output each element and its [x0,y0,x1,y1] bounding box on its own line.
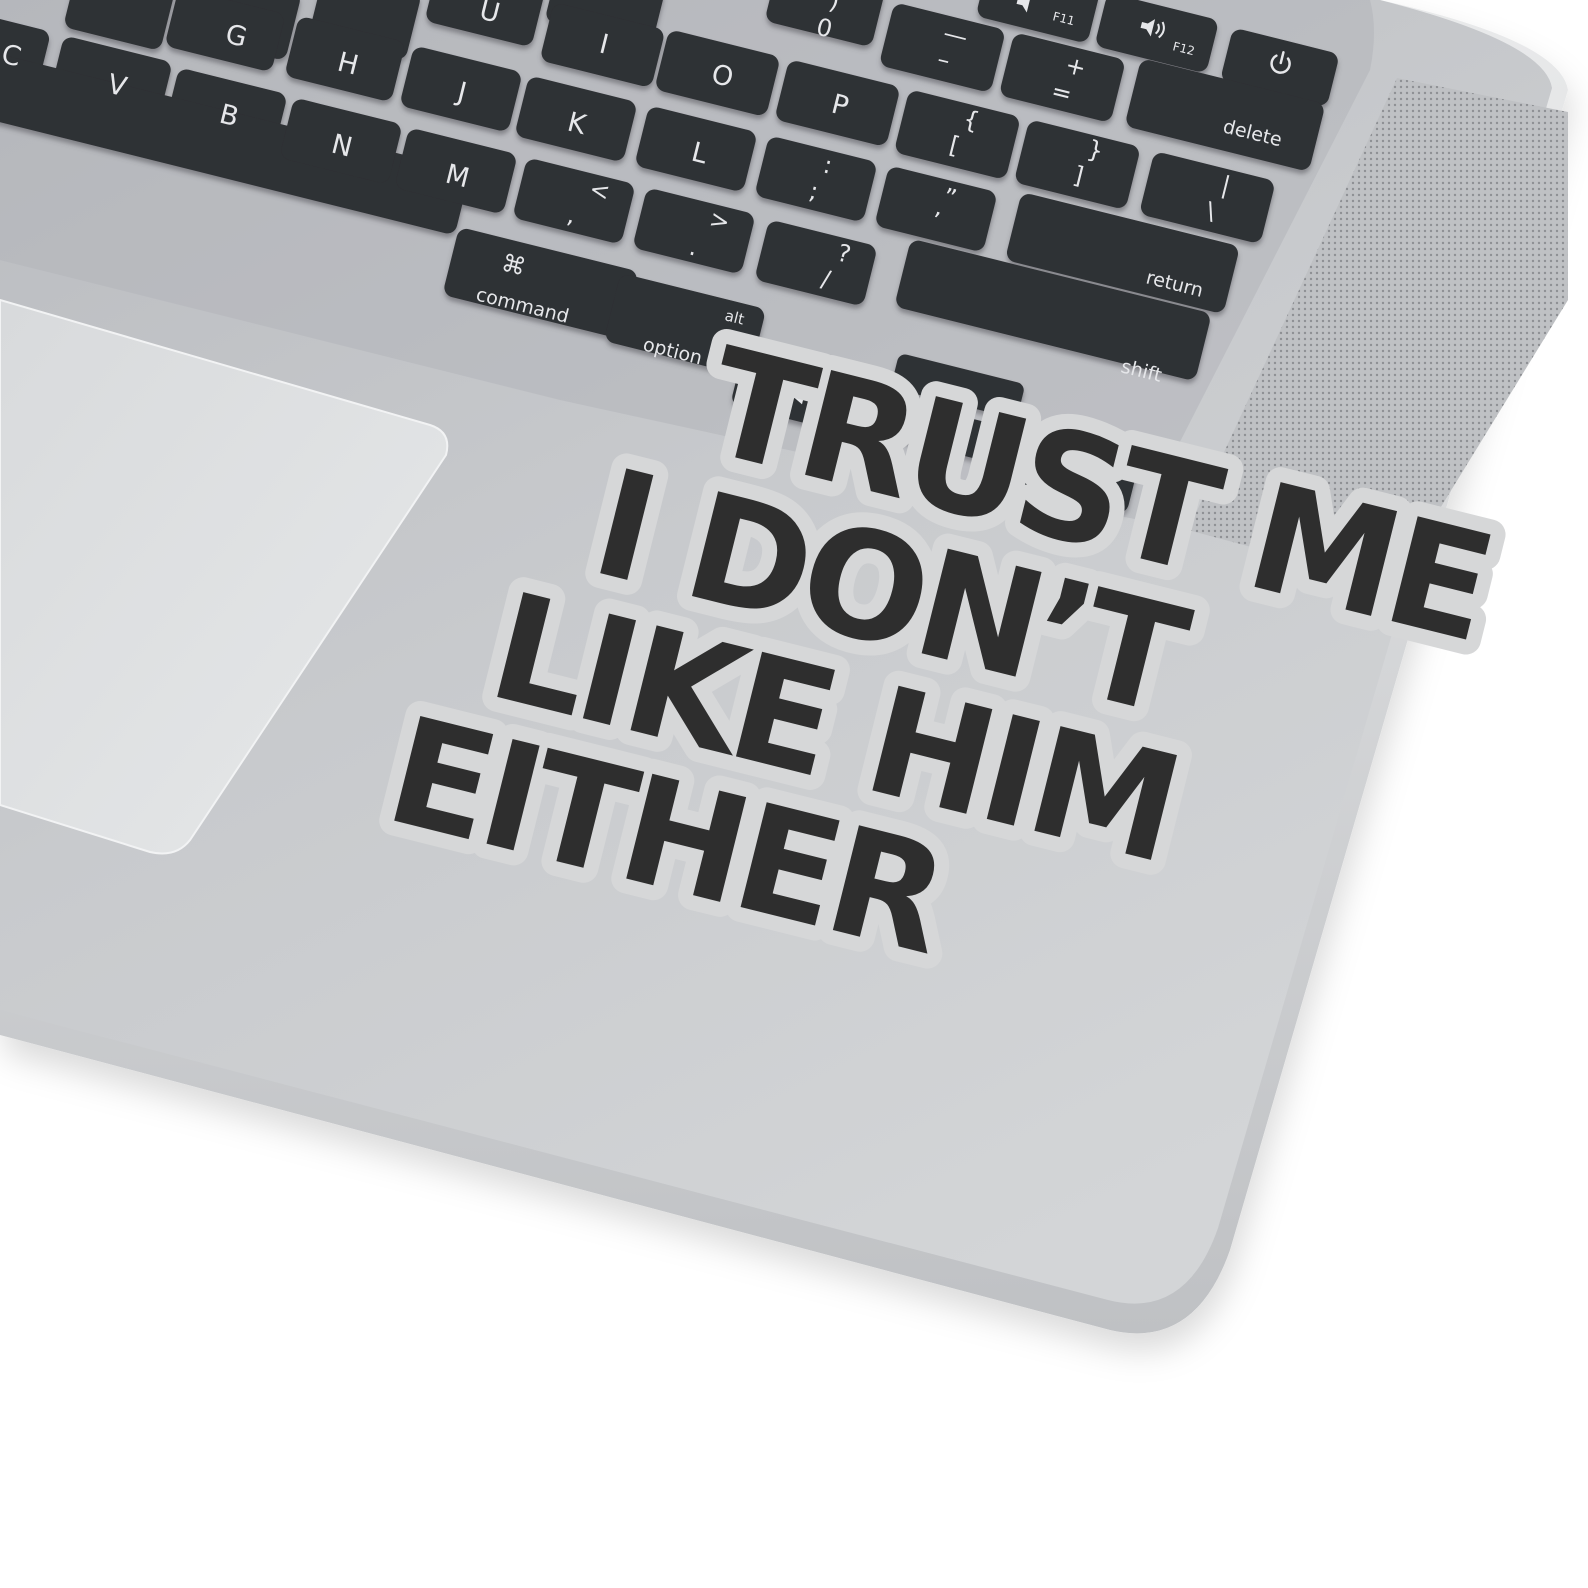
laptop-scene: U G H I C V J O P B K L N M ) 0 — – + = … [0,0,1568,1334]
